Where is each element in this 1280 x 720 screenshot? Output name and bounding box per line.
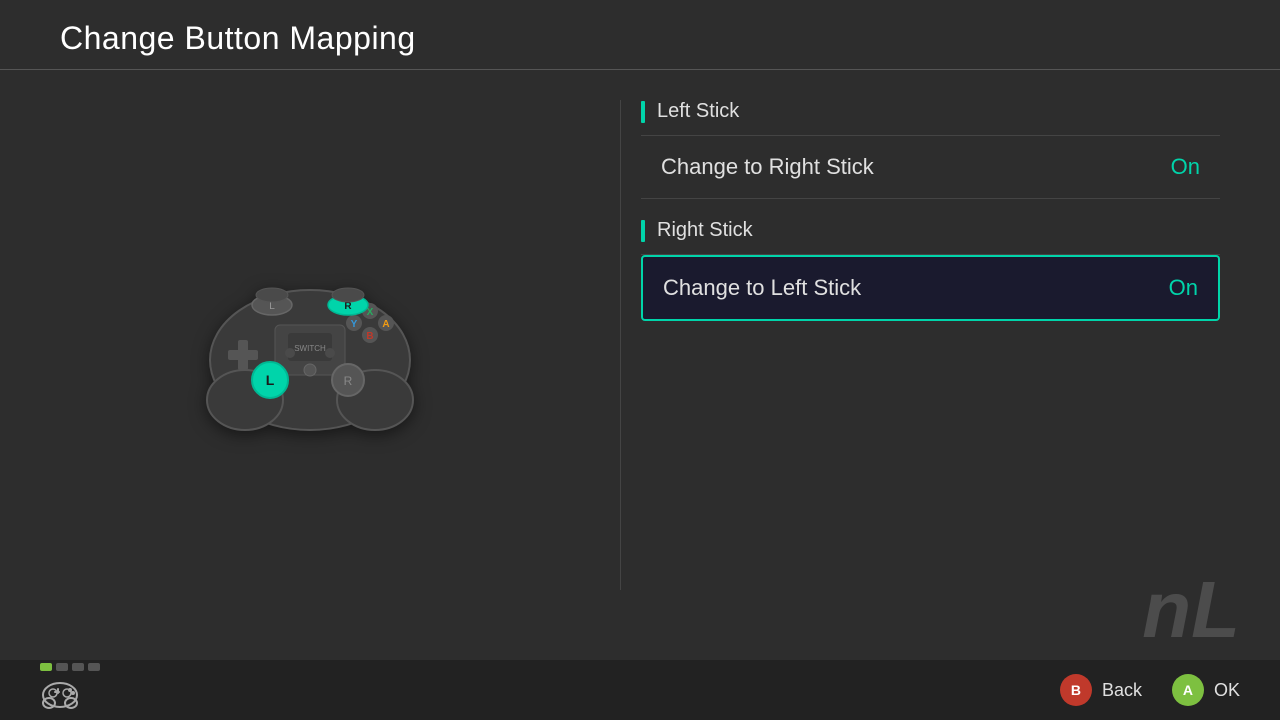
dot-3 (72, 663, 84, 671)
svg-text:Y: Y (351, 319, 358, 330)
svg-text:R: R (344, 374, 353, 388)
setting-change-to-right-stick-value: On (1171, 154, 1200, 180)
main-content: SWITCH L R B A Y X (0, 70, 1280, 620)
section-left-stick-title: Left Stick (657, 100, 739, 123)
setting-change-to-left-stick-label: Change to Left Stick (663, 275, 861, 301)
section-left-stick-header: Left Stick (641, 100, 1220, 123)
setting-change-to-right-stick[interactable]: Change to Right Stick On (641, 136, 1220, 199)
section-right-stick-title: Right Stick (657, 219, 753, 242)
back-label: Back (1102, 680, 1142, 701)
indicator-dots (40, 663, 100, 671)
section-left-stick: Left Stick Change to Right Stick On (641, 100, 1220, 199)
svg-text:SWITCH: SWITCH (294, 344, 326, 353)
dot-1 (40, 663, 52, 671)
page-title: Change Button Mapping (60, 20, 1220, 57)
setting-change-to-left-stick-value: On (1169, 275, 1198, 301)
b-button-icon: B (1060, 674, 1092, 706)
svg-text:L: L (269, 301, 275, 312)
back-action[interactable]: B Back (1060, 674, 1142, 706)
controller-image: SWITCH L R B A Y X (190, 245, 430, 445)
section-right-stick-header: Right Stick (641, 219, 1220, 242)
bottom-right: B Back A OK (1060, 674, 1240, 706)
indicator-dots-wrapper (40, 663, 100, 718)
setting-change-to-right-stick-label: Change to Right Stick (661, 154, 874, 180)
svg-text:R: R (344, 301, 352, 312)
svg-text:B: B (366, 331, 373, 342)
controller-small-icon (40, 673, 80, 713)
ok-label: OK (1214, 680, 1240, 701)
ok-action[interactable]: A OK (1172, 674, 1240, 706)
watermark: nL (1142, 570, 1240, 650)
section-indicator (641, 101, 645, 123)
dot-4 (88, 663, 100, 671)
bottom-bar: B Back A OK (0, 660, 1280, 720)
setting-change-to-left-stick[interactable]: Change to Left Stick On (641, 255, 1220, 321)
controller-svg: SWITCH L R B A Y X (190, 245, 430, 445)
bottom-left (40, 663, 100, 718)
a-button-icon: A (1172, 674, 1204, 706)
dot-2 (56, 663, 68, 671)
svg-text:A: A (382, 319, 389, 330)
header: Change Button Mapping (0, 0, 1280, 69)
controller-panel: SWITCH L R B A Y X (0, 90, 620, 600)
svg-text:L: L (266, 372, 275, 388)
section-indicator-2 (641, 220, 645, 242)
section-right-stick: Right Stick Change to Left Stick On (641, 219, 1220, 321)
svg-text:X: X (367, 307, 374, 318)
settings-panel: Left Stick Change to Right Stick On Righ… (621, 90, 1280, 600)
